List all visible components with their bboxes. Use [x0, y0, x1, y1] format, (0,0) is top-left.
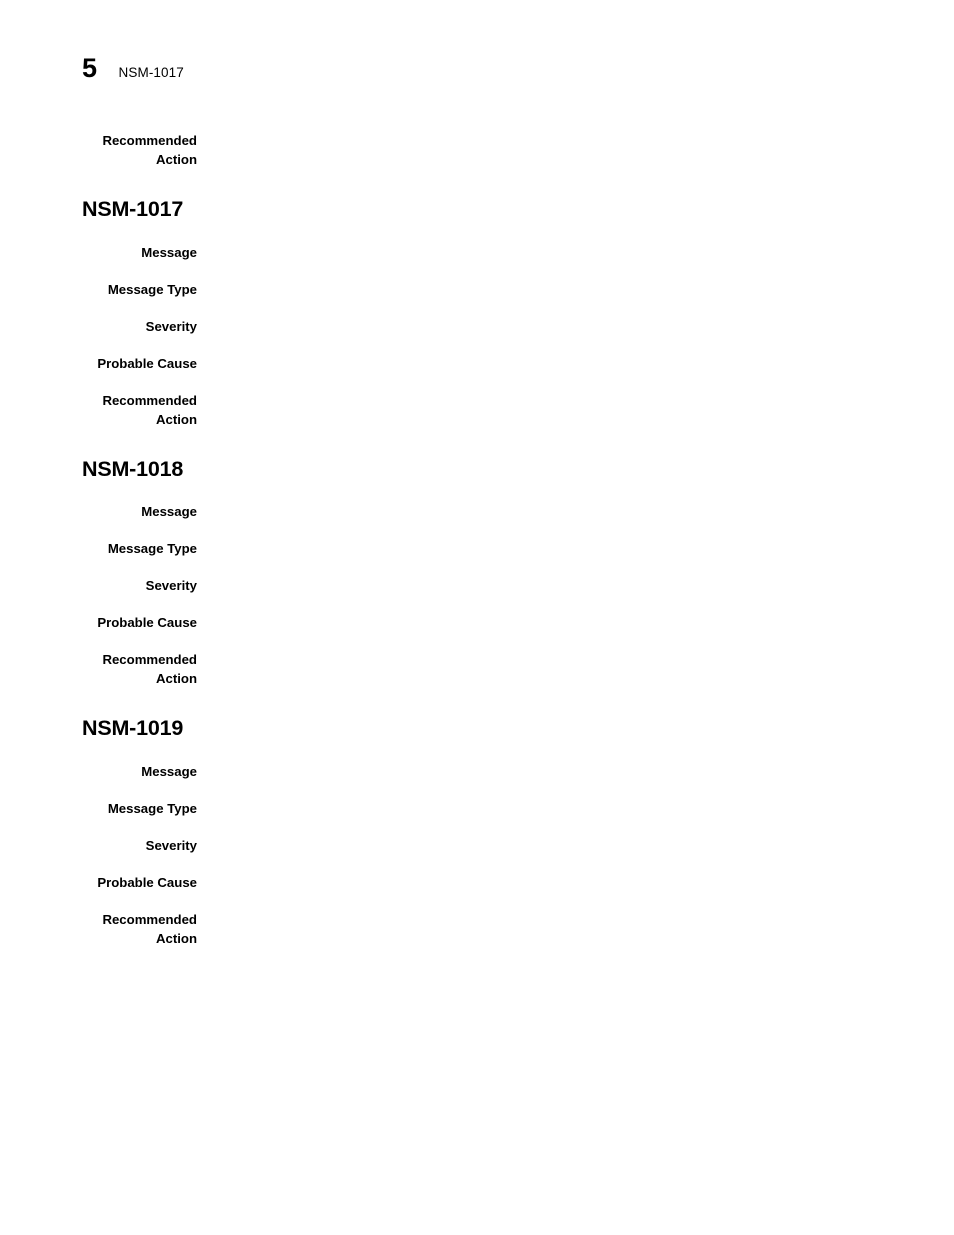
field-label-recommended-action: Recommended Action: [102, 133, 197, 167]
field-row: Severity: [0, 576, 954, 595]
field-value-message-type: [197, 799, 954, 818]
document-page: 5 NSM-1017 Recommended Action NSM-1017 M…: [0, 0, 954, 1235]
field-value-probable-cause: [197, 873, 954, 892]
field-label-probable-cause: Probable Cause: [97, 874, 197, 890]
field-row: Recommended Action: [0, 391, 954, 429]
field-value-recommended-action: [197, 391, 954, 410]
field-label-message: Message: [141, 244, 197, 260]
field-row: Recommended Action: [0, 910, 954, 948]
field-row: Probable Cause: [0, 613, 954, 632]
document-body: Recommended Action NSM-1017 Message Mess…: [0, 131, 954, 948]
field-label-recommended-action: Recommended Action: [102, 392, 197, 427]
field-row: Message: [0, 243, 954, 262]
field-row: Message Type: [0, 799, 954, 818]
field-label-severity: Severity: [145, 318, 197, 334]
field-row: Severity: [0, 317, 954, 336]
field-label-severity: Severity: [145, 578, 197, 593]
field-value-message-type: [197, 280, 954, 299]
field-label-probable-cause: Probable Cause: [97, 355, 197, 371]
field-value-recommended-action: [197, 910, 954, 929]
field-label-message-type: Message Type: [107, 281, 197, 297]
field-row: Recommended Action: [0, 650, 954, 688]
header-chapter-label: NSM-1017: [118, 65, 184, 80]
field-row: Message: [0, 762, 954, 781]
field-label-message-type: Message Type: [107, 800, 197, 816]
section-heading: NSM-1019: [82, 716, 184, 740]
field-label-message: Message: [141, 504, 197, 519]
section-nsm-1017: NSM-1017 Message Message Type Severity P…: [0, 197, 954, 429]
field-value-probable-cause: [197, 354, 954, 373]
field-value-severity: [197, 836, 954, 855]
field-label-message-type: Message Type: [107, 541, 197, 556]
field-value-message-type: [197, 539, 954, 558]
section-heading: NSM-1017: [82, 197, 184, 221]
page-number: 5: [82, 53, 97, 83]
continued-field-group: Recommended Action: [0, 131, 954, 169]
field-row: Probable Cause: [0, 873, 954, 892]
field-value-recommended-action: [197, 131, 954, 150]
page-running-header: 5 NSM-1017: [82, 55, 184, 82]
field-value-message: [197, 243, 954, 262]
field-value-probable-cause: [197, 613, 954, 632]
field-row: Severity: [0, 836, 954, 855]
field-label-recommended-action: Recommended Action: [102, 652, 197, 686]
field-row: Message Type: [0, 280, 954, 299]
field-row: Message: [0, 502, 954, 521]
field-value-severity: [197, 317, 954, 336]
field-label-probable-cause: Probable Cause: [97, 615, 197, 630]
field-row: Recommended Action: [0, 131, 954, 169]
field-label-recommended-action: Recommended Action: [102, 911, 197, 946]
field-value-severity: [197, 576, 954, 595]
section-heading: NSM-1018: [82, 456, 184, 481]
section-nsm-1018: NSM-1018 Message Message Type Severity P…: [0, 456, 954, 689]
field-value-recommended-action: [197, 650, 954, 669]
field-row: Probable Cause: [0, 354, 954, 373]
field-label-severity: Severity: [145, 837, 197, 853]
field-row: Message Type: [0, 539, 954, 558]
field-value-message: [197, 502, 954, 521]
field-label-message: Message: [141, 763, 197, 779]
field-value-message: [197, 762, 954, 781]
section-nsm-1019: NSM-1019 Message Message Type Severity P…: [0, 716, 954, 948]
